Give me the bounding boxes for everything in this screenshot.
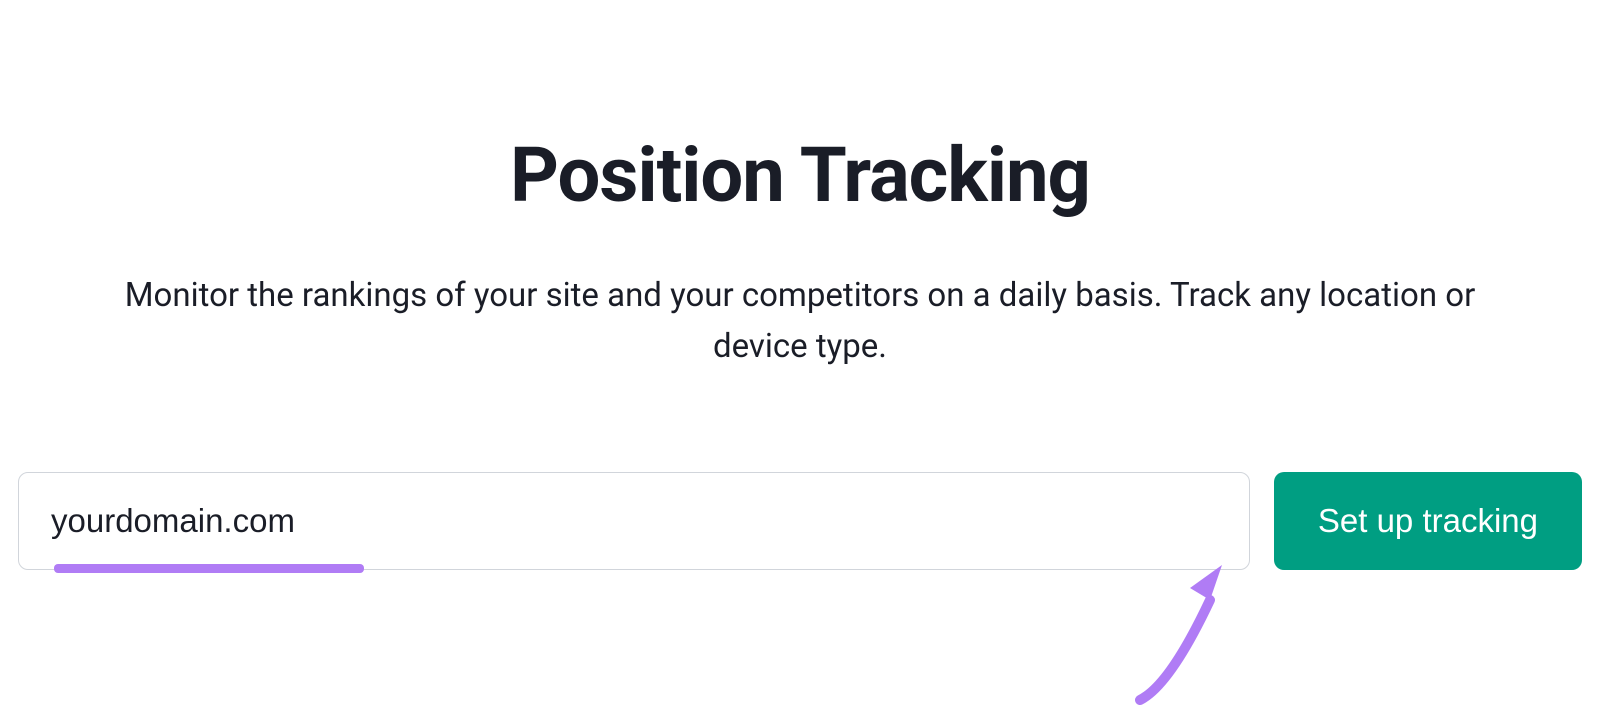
setup-tracking-button[interactable]: Set up tracking: [1274, 472, 1582, 570]
form-row: Set up tracking: [0, 472, 1600, 570]
page-subtitle: Monitor the rankings of your site and yo…: [100, 270, 1500, 372]
page-title: Position Tracking: [510, 130, 1090, 220]
main-container: Position Tracking Monitor the rankings o…: [0, 0, 1600, 570]
annotation-underline: [54, 564, 364, 573]
domain-input[interactable]: [18, 472, 1250, 570]
domain-input-wrapper: [18, 472, 1250, 570]
